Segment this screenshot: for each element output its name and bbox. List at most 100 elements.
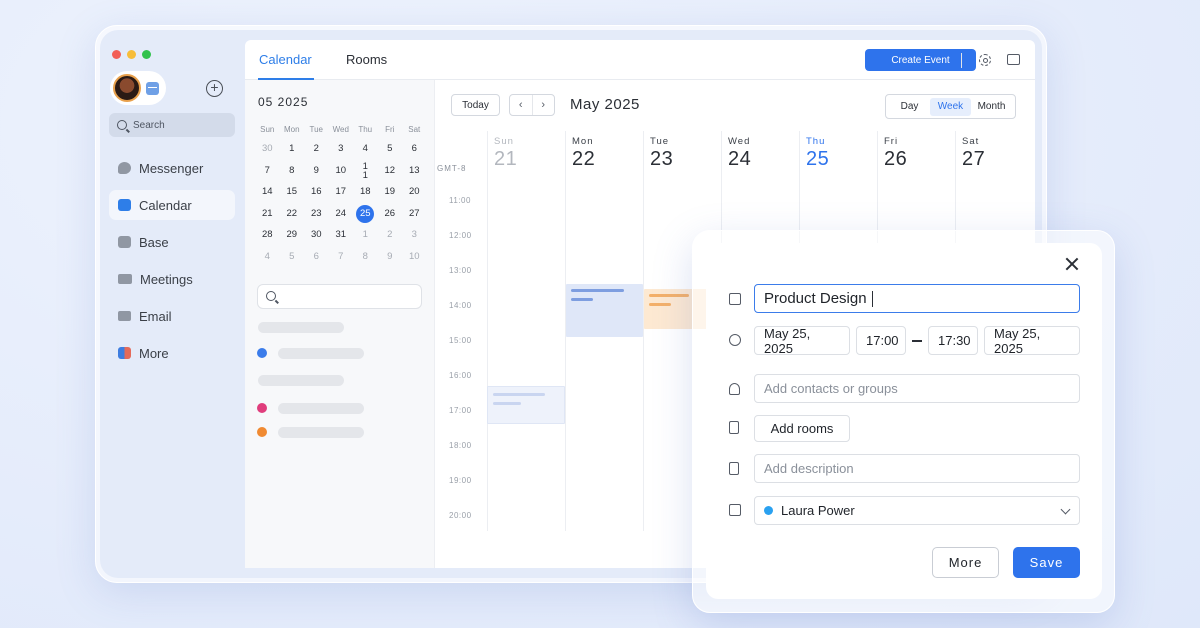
mini-calendar-day[interactable]: 10 xyxy=(402,246,427,268)
mini-calendar-day[interactable]: 1 1 xyxy=(353,160,378,182)
mini-calendar-day[interactable]: 7 xyxy=(255,160,280,182)
mini-calendar-day[interactable]: 5 xyxy=(378,138,403,160)
day-number: 10 xyxy=(335,164,347,176)
description-input[interactable]: Add description xyxy=(754,454,1080,483)
more-button[interactable]: More xyxy=(932,547,999,578)
sidebar-item-base[interactable]: Base xyxy=(109,227,235,257)
mini-calendar-day[interactable]: 23 xyxy=(304,203,329,225)
mini-calendar-day[interactable]: 8 xyxy=(353,246,378,268)
start-date-field[interactable]: May 25, 2025 xyxy=(754,326,850,356)
day-header[interactable]: Thu 25 xyxy=(806,136,829,171)
mini-calendar-day[interactable]: 3 xyxy=(402,224,427,246)
today-button[interactable]: Today xyxy=(451,94,500,116)
add-rooms-button[interactable]: Add rooms xyxy=(754,415,850,442)
day-header[interactable]: Wed 24 xyxy=(728,136,751,171)
mini-calendar-day[interactable]: 9 xyxy=(378,246,403,268)
gear-icon[interactable] xyxy=(979,54,991,66)
mini-calendar-day[interactable]: 28 xyxy=(255,224,280,246)
day-number: 6 xyxy=(313,250,319,262)
mini-calendar-day[interactable]: 8 xyxy=(280,160,305,182)
mini-calendar-day[interactable]: 3 xyxy=(329,138,354,160)
day-header[interactable]: Sun 21 xyxy=(494,136,517,171)
day-number: 3 xyxy=(411,229,417,240)
plus-circle-icon[interactable]: + xyxy=(206,80,223,97)
calendar-check-pink[interactable] xyxy=(257,403,267,413)
mini-calendar-day[interactable]: 29 xyxy=(280,224,305,246)
prev-week-button[interactable]: ‹ xyxy=(510,95,533,115)
day-header[interactable]: Mon 22 xyxy=(572,136,595,171)
mini-calendar-day[interactable]: 1 xyxy=(280,138,305,160)
mini-calendar-day[interactable]: 4 xyxy=(353,138,378,160)
mini-calendar-day[interactable]: 10 xyxy=(329,160,354,182)
profile-chip[interactable] xyxy=(110,71,166,105)
mini-calendar-day[interactable]: 1 xyxy=(353,224,378,246)
avatar[interactable] xyxy=(113,74,141,102)
end-date-field[interactable]: May 25, 2025 xyxy=(984,326,1080,356)
tab-calendar[interactable]: Calendar xyxy=(259,52,312,67)
sidebar-item-calendar[interactable]: Calendar xyxy=(109,190,235,220)
sidebar-item-meetings[interactable]: Meetings xyxy=(109,264,235,294)
save-button[interactable]: Save xyxy=(1013,547,1080,578)
mini-calendar-day[interactable]: 26 xyxy=(378,203,403,225)
mini-calendar-day[interactable]: 2 xyxy=(304,138,329,160)
mini-calendar-day[interactable]: 12 xyxy=(378,160,403,182)
day-header[interactable]: Sat 27 xyxy=(962,136,985,171)
popout-icon[interactable] xyxy=(1007,54,1020,65)
calendar-check-orange[interactable] xyxy=(257,427,267,437)
event-block[interactable] xyxy=(566,284,643,337)
sidebar-item-messenger[interactable]: Messenger xyxy=(109,153,235,183)
sidebar-item-more[interactable]: More xyxy=(109,338,235,368)
view-week-button[interactable]: Week xyxy=(930,97,971,116)
mini-calendar-day[interactable]: 16 xyxy=(304,181,329,203)
day-header[interactable]: Fri 26 xyxy=(884,136,907,171)
mini-calendar-day[interactable]: 6 xyxy=(402,138,427,160)
day-number: 1 xyxy=(362,229,368,240)
mini-calendar-day[interactable]: 25 xyxy=(353,203,378,225)
mini-calendar-day[interactable]: 27 xyxy=(402,203,427,225)
event-time-placeholder xyxy=(649,303,671,306)
mini-calendar-day[interactable]: 21 xyxy=(255,203,280,225)
create-event-button[interactable]: Create Event xyxy=(865,49,976,71)
tab-rooms[interactable]: Rooms xyxy=(346,52,387,67)
mini-calendar-day[interactable]: 18 xyxy=(353,181,378,203)
sidebar-search[interactable]: Search xyxy=(109,113,235,137)
mini-calendar-day[interactable]: 24 xyxy=(329,203,354,225)
contacts-input[interactable]: Add contacts or groups xyxy=(754,374,1080,403)
sidebar-item-label: Base xyxy=(139,234,169,250)
mini-calendar-day[interactable]: 31 xyxy=(329,224,354,246)
mini-calendar-day[interactable]: 30 xyxy=(255,138,280,160)
mini-calendar-day[interactable]: 20 xyxy=(402,181,427,203)
event-title-placeholder xyxy=(571,289,624,292)
weekday-label: Sun xyxy=(260,125,275,134)
mini-calendar-day[interactable]: 22 xyxy=(280,203,305,225)
view-day-button[interactable]: Day xyxy=(889,98,930,116)
mini-calendar-day[interactable]: 7 xyxy=(329,246,354,268)
mini-calendar-day[interactable]: 17 xyxy=(329,181,354,203)
mini-calendar-day[interactable]: 4 xyxy=(255,246,280,268)
day-number: 8 xyxy=(289,164,295,176)
calendar-search-input[interactable] xyxy=(257,284,422,309)
mini-calendar-day[interactable]: 19 xyxy=(378,181,403,203)
end-time-field[interactable]: 17:30 xyxy=(928,326,978,355)
next-week-button[interactable]: › xyxy=(533,95,555,115)
event-block[interactable] xyxy=(487,386,565,424)
view-month-button[interactable]: Month xyxy=(971,98,1012,116)
day-header[interactable]: Tue 23 xyxy=(650,136,673,171)
mini-calendar-day[interactable]: 2 xyxy=(378,224,403,246)
mini-calendar-day[interactable]: 13 xyxy=(402,160,427,182)
start-time-field[interactable]: 17:00 xyxy=(856,326,906,355)
sidebar-item-email[interactable]: Email xyxy=(109,301,235,331)
mini-calendar-day[interactable]: 15 xyxy=(280,181,305,203)
mini-calendar-day[interactable]: 14 xyxy=(255,181,280,203)
calendar-check-blue[interactable] xyxy=(257,348,267,358)
event-title-field[interactable]: Product Design xyxy=(754,284,1080,313)
day-number: 7 xyxy=(264,164,270,176)
mini-calendar-day[interactable]: 5 xyxy=(280,246,305,268)
envelope-icon xyxy=(118,311,131,321)
week-nav: ‹ › xyxy=(509,94,555,116)
calendar-select[interactable]: Laura Power xyxy=(754,496,1080,525)
close-icon[interactable] xyxy=(1064,256,1080,272)
mini-calendar-day[interactable]: 30 xyxy=(304,224,329,246)
mini-calendar-day[interactable]: 9 xyxy=(304,160,329,182)
mini-calendar-day[interactable]: 6 xyxy=(304,246,329,268)
